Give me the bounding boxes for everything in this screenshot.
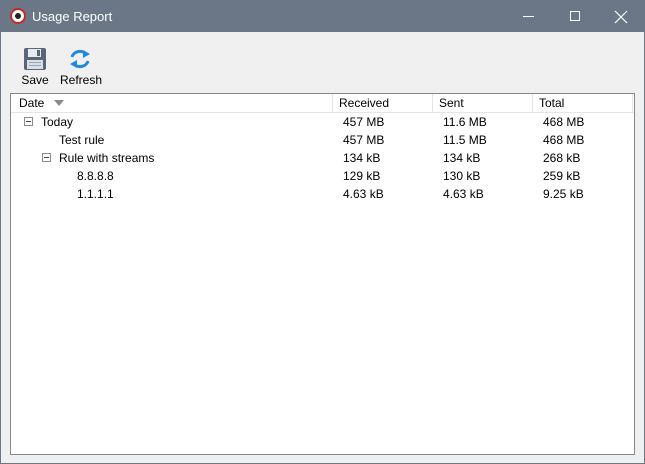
row-total: 259 kB <box>543 169 581 183</box>
column-header-date[interactable]: Date <box>13 94 333 113</box>
row-sent: 130 kB <box>443 169 481 183</box>
toolbar: Save Refresh <box>1 32 644 89</box>
collapse-icon[interactable] <box>42 153 51 162</box>
row-received: 129 kB <box>343 169 381 183</box>
minimize-icon <box>523 16 534 17</box>
column-header-date-label: Date <box>19 96 45 110</box>
usage-report-window: Usage Report Save Refresh Date Received … <box>0 0 645 464</box>
row-sent: 134 kB <box>443 151 481 165</box>
floppy-disk-icon <box>24 48 46 70</box>
tree-row-today[interactable]: Today 457 MB 11.6 MB 468 MB <box>11 113 634 131</box>
row-total: 268 kB <box>543 151 581 165</box>
refresh-icon <box>70 49 90 69</box>
collapse-icon[interactable] <box>24 117 33 126</box>
maximize-button[interactable] <box>552 1 598 32</box>
row-received: 134 kB <box>343 151 381 165</box>
tree-row-stream[interactable]: 1.1.1.1 4.63 kB 4.63 kB 9.25 kB <box>11 185 634 203</box>
refresh-label: Refresh <box>59 73 103 87</box>
row-name: Rule with streams <box>59 151 155 165</box>
row-total: 9.25 kB <box>543 187 584 201</box>
app-icon <box>10 8 26 24</box>
save-label: Save <box>21 73 49 87</box>
row-name: 8.8.8.8 <box>77 169 114 183</box>
sort-descending-icon <box>53 100 64 106</box>
row-name: Today <box>41 115 74 129</box>
column-header-total[interactable]: Total <box>533 94 633 113</box>
column-header-received[interactable]: Received <box>333 94 433 113</box>
column-header-sent[interactable]: Sent <box>433 94 533 113</box>
tree-row-rule-with-streams[interactable]: Rule with streams 134 kB 134 kB 268 kB <box>11 149 634 167</box>
usage-tree-view[interactable]: Date Received Sent Total Today 457 MB 11… <box>10 93 635 455</box>
column-header-row: Date Received Sent Total <box>11 94 634 113</box>
tree-row-stream[interactable]: 8.8.8.8 129 kB 130 kB 259 kB <box>11 167 634 185</box>
maximize-icon <box>570 11 580 21</box>
close-button[interactable] <box>598 1 644 32</box>
refresh-button[interactable]: Refresh <box>58 44 104 88</box>
window-title: Usage Report <box>32 9 113 24</box>
title-bar[interactable]: Usage Report <box>1 1 644 32</box>
row-name: Test rule <box>59 133 105 147</box>
minimize-button[interactable] <box>506 1 552 32</box>
row-sent: 11.6 MB <box>443 115 487 129</box>
row-name: 1.1.1.1 <box>77 187 114 201</box>
save-button[interactable]: Save <box>15 44 55 88</box>
row-received: 4.63 kB <box>343 187 384 201</box>
row-total: 468 MB <box>543 115 585 129</box>
tree-row-test-rule[interactable]: Test rule 457 MB 11.5 MB 468 MB <box>11 131 634 149</box>
row-sent: 11.5 MB <box>443 133 487 147</box>
row-total: 468 MB <box>543 133 585 147</box>
row-sent: 4.63 kB <box>443 187 484 201</box>
row-received: 457 MB <box>343 133 385 147</box>
row-received: 457 MB <box>343 115 385 129</box>
close-icon <box>614 10 628 24</box>
